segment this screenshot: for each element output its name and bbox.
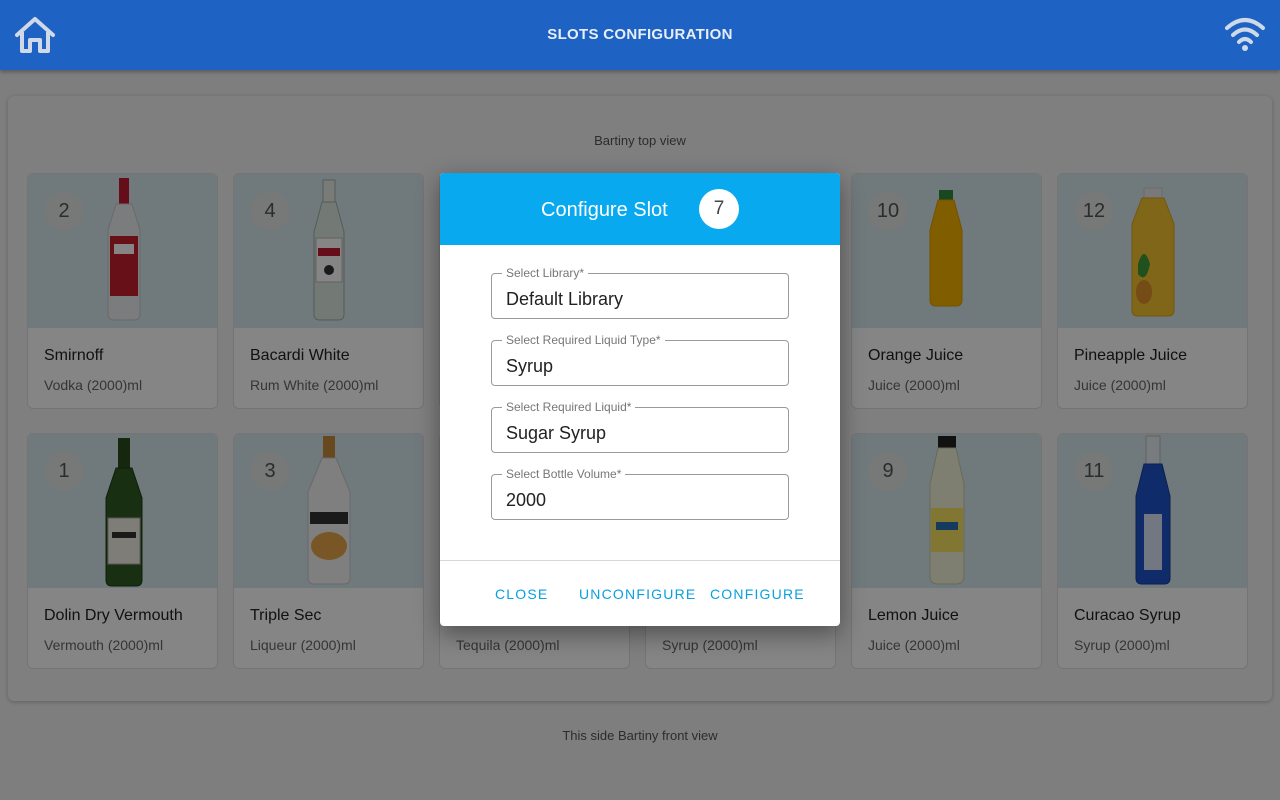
field-value: 2000 [506, 490, 547, 510]
app-bar: SLOTS CONFIGURATION [0, 0, 1280, 70]
field-label: Select Required Liquid Type* [502, 333, 665, 347]
bottle-volume-select[interactable]: Select Bottle Volume* 2000 [491, 467, 789, 520]
wifi-icon [1225, 18, 1265, 51]
page-title: SLOTS CONFIGURATION [547, 26, 733, 43]
close-button[interactable]: CLOSE [495, 586, 548, 602]
field-label: Select Bottle Volume* [502, 467, 626, 481]
configure-button[interactable]: CONFIGURE [710, 586, 805, 602]
field-value: Syrup [506, 356, 554, 376]
field-label: Select Required Liquid* [502, 400, 636, 414]
unconfigure-button[interactable]: UNCONFIGURE [579, 586, 696, 602]
field-value: Sugar Syrup [506, 423, 607, 443]
field-value: Default Library [506, 289, 624, 309]
liquid-select[interactable]: Select Required Liquid* Sugar Syrup [491, 400, 789, 453]
library-select[interactable]: Select Library* Default Library [491, 266, 789, 319]
configure-slot-dialog: Configure Slot 7 Select Library* Default… [440, 173, 840, 626]
dialog-header: Configure Slot 7 [440, 173, 840, 245]
liquid-type-select[interactable]: Select Required Liquid Type* Syrup [491, 333, 789, 386]
dialog-divider [440, 560, 840, 561]
dialog-title: Configure Slot [541, 199, 668, 221]
slot-number-badge: 7 [699, 189, 739, 229]
field-label: Select Library* [502, 266, 589, 280]
